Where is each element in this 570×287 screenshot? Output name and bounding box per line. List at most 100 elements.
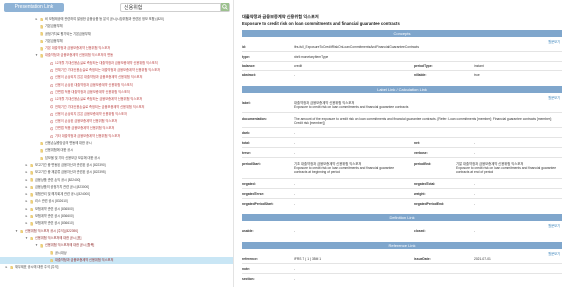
reference-value: IFRS 7 ( 1 ) 35M 1	[294, 256, 322, 261]
issue-date-label: issueDate:	[414, 257, 431, 261]
tree-row[interactable]: ▾ 신용위험 익스포저에 대한 공시 [표]	[0, 235, 233, 242]
tree-row[interactable]: ▾ 신용위험 익스포저에 대한 공시 [항목]	[0, 242, 233, 249]
tree-row[interactable]: ▸ 위험관리 및 헤지회계 관련 공시 [824000]	[0, 191, 233, 198]
label-label: label:	[242, 101, 251, 105]
tree-row[interactable]: 간편법 적용 대출약정과 금융보증계약 신용위험 익스포저	[0, 89, 233, 96]
negated-period-end-value: -	[474, 201, 476, 206]
tree-row-label: 신용이 손상된 금융보증계약 신용위험 익스포저	[55, 119, 118, 124]
tree-row-label: 전체기간 기대신용손실로 측정되는 금융보증계약 신용위험 익스포저	[55, 104, 145, 109]
divider	[242, 273, 562, 274]
negated-value: -	[294, 181, 296, 186]
tree-row[interactable]: 신용손실충당금의 변동에 대한 공시	[0, 140, 233, 147]
divider	[242, 137, 562, 138]
tree-row[interactable]: ▸ 비 보험제공에 관련하여 발생한 금융상품 등 분석 공시(시장위험과 관련된…	[0, 16, 233, 23]
tree-row[interactable]: ▸ 금융상품의 공정가치 관련 공시 [823000]	[0, 184, 233, 191]
tree-row[interactable]: 간편법 적용 금융보증계약 신용위험 익스포저	[0, 125, 233, 132]
tree-row[interactable]: 신용이 손상된 대출약정과 금융보증계약 신용위험 익스포저	[0, 82, 233, 89]
documentation-value: The amount of the exposure to credit ris…	[294, 116, 552, 125]
presentation-link-button[interactable]: Presentation Link	[4, 2, 64, 12]
tree-row[interactable]: 전체기간 기대신용손실로 측정되는 대출약정과 금융보증계약 신용위험 익스포저	[0, 67, 233, 74]
balance-value: credit	[294, 63, 303, 68]
period-end-label: periodEnd:	[414, 162, 432, 166]
negated-label: negated:	[242, 182, 256, 186]
concepts-header: Concepts	[242, 30, 562, 37]
usable-value: -	[294, 228, 296, 233]
tree-row[interactable]: 기본금융부채	[0, 38, 233, 45]
section-value: -	[294, 276, 296, 281]
period-start-english: Exposure to credit risk on loan commitme…	[294, 166, 395, 175]
tree-row-label: 담보물 및 기타 신용보강 보유에 대한 공시	[45, 155, 101, 160]
total-label: total:	[242, 141, 251, 145]
id-label: id:	[242, 45, 247, 49]
tree-toolbar: Presentation Link	[4, 2, 230, 12]
note-label: note:	[242, 267, 251, 271]
label-value-english: Exposure to credit risk on loan commitme…	[294, 105, 409, 109]
nillable-value: true	[474, 72, 480, 77]
divider	[242, 112, 562, 113]
tree-row[interactable]: 담보물 및 기타 신용보강 보유에 대한 공시	[0, 155, 233, 162]
search-input[interactable]	[121, 3, 220, 11]
tree-row-label: 보고기간 중 변동된 금융자산과 관련된 공시 [822390]	[35, 162, 106, 167]
tree-row[interactable]: 12개월 기대신용손실로 측정되는 금융보증계약 신용위험 익스포저	[0, 96, 233, 103]
tree-row[interactable]: ▸ 보험계약 관련 공시 [836610]	[0, 220, 233, 227]
tree-row[interactable]: ▸ 금융상품 관련 손익 공시 [822400]	[0, 177, 233, 184]
tree-row[interactable]: 공정가치로 평가되는 기본금융부채	[0, 31, 233, 38]
tree-row[interactable]: ▾ 대출약정과 금융보증계약 신용위험 익스포저의 변동	[0, 52, 233, 59]
tree-row[interactable]: 기본금융부채	[0, 23, 233, 30]
tree-row[interactable]: ▸ 재무제표 공시에 대한 주석 [주석]	[0, 264, 233, 271]
divider	[242, 157, 562, 158]
tree-row-label: 재무제표 공시에 대한 주석 [주석]	[15, 265, 59, 270]
search-box	[120, 2, 230, 12]
tree-row[interactable]: 공시대상	[0, 250, 233, 257]
tree-row[interactable]: ▸ 리스 관련 공시 [832610]	[0, 198, 233, 205]
tree-row-label: 신용이 손상된 대출약정과 금융보증계약 신용위험 익스포저	[55, 82, 133, 87]
tree-row[interactable]: 대출약정과 금융보증계약 신용위험 익스포저	[0, 256, 233, 265]
tree-row[interactable]: 신용위험에 대한 공시	[0, 147, 233, 154]
tree-row[interactable]: 신용이 손상되지 않은 금융보증계약 신용위험 익스포저	[0, 111, 233, 118]
divider	[242, 127, 562, 128]
tree-row[interactable]: ▸ 보험계약 관련 공시 [836500]	[0, 206, 233, 213]
tree-row-label: 12개월 기대신용손실로 측정되는 금융보증계약 신용위험 익스포저	[55, 97, 143, 102]
negated-total-value: -	[474, 181, 476, 186]
negated-period-start-label: negatedPeriodStart:	[242, 202, 274, 206]
definition-link-header: Definition Link	[242, 214, 562, 221]
tree-row-label: 신용위험에 대한 공시	[45, 148, 74, 153]
tree-row[interactable]: ▸ 보험계약 관련 공시 [836600]	[0, 213, 233, 220]
tree-row[interactable]: 12개월 기대신용손실로 측정되는 대출약정과 금융보증계약 신용위험 익스포저	[0, 60, 233, 67]
concepts-source-link[interactable]: 원문보기	[548, 39, 560, 44]
label-link-header: Label Link / Calculation Link	[242, 86, 562, 93]
negated-period-end-label: negatedPeriodEnd:	[414, 202, 445, 206]
tree-row-label: 신용이 손상되지 않은 금융보증계약 신용위험 익스포저	[55, 111, 127, 116]
search-button[interactable]	[219, 3, 229, 11]
dark-label: dark:	[242, 131, 251, 135]
tree-row[interactable]: 신용이 손상된 금융보증계약 신용위험 익스포저	[0, 118, 233, 125]
definition-source-link[interactable]: 원문보기	[548, 223, 560, 228]
tree-row-label: 공시대상	[55, 250, 67, 255]
tree-row[interactable]: 신용이 손상되지 않은 대출약정과 금융보증계약 신용위험 익스포저	[0, 74, 233, 81]
tree-row-label: 보험계약 관련 공시 [836600]	[35, 214, 74, 219]
tree-row-label: 12개월 기대신용손실로 측정되는 대출약정과 금융보증계약 신용위험 익스포저	[55, 60, 158, 65]
divider	[242, 61, 562, 62]
tree-row-label: 신용손실충당금의 변동에 대한 공시	[45, 141, 92, 146]
reference-source-link[interactable]: 원문보기	[548, 251, 560, 256]
negated-terse-value: -	[294, 191, 296, 196]
tree-row[interactable]: ▾ 신용위험 익스포저 공시 [주석] [822390]	[0, 228, 233, 235]
tree-row[interactable]: 전체기간 기대신용손실로 측정되는 금융보증계약 신용위험 익스포저	[0, 104, 233, 111]
label-source-link[interactable]: 원문보기	[548, 95, 560, 100]
net-value: -	[474, 140, 476, 145]
section-label: section:	[242, 277, 255, 281]
tree-row-label: 기본금융부채	[45, 24, 63, 29]
concept-title-english: Exposure to credit risk on loan commitme…	[242, 21, 400, 26]
tree-row-label: 간편법 적용 대출약정과 금융보증계약 신용위험 익스포저	[55, 89, 130, 94]
tree-row[interactable]: ▸ 보고기간 중 재분류 금융자산과 관련된 공시 [822395]	[0, 169, 233, 176]
divider	[242, 263, 562, 264]
concept-tree: ▸ 비 보험제공에 관련하여 발생한 금융상품 등 분석 공시(시장위험과 관련된…	[0, 16, 233, 271]
tree-row-label: 금융상품의 공정가치 관련 공시 [823000]	[35, 184, 90, 189]
search-icon	[222, 4, 228, 10]
tree-row[interactable]: ▸ 보고기간 중 변동된 금융자산과 관련된 공시 [822390]	[0, 162, 233, 169]
tree-row[interactable]: 기타 대출약정과 금융보증계약 신용위험 익스포저	[0, 133, 233, 140]
reference-label: reference:	[242, 257, 258, 261]
tree-row[interactable]: 기본 대출약정과 금융보증계약 신용위험 익스포저	[0, 45, 233, 52]
tree-row-label: 신용위험 익스포저 공시 [주석] [822390]	[25, 228, 78, 233]
verbose-value: -	[474, 150, 476, 155]
